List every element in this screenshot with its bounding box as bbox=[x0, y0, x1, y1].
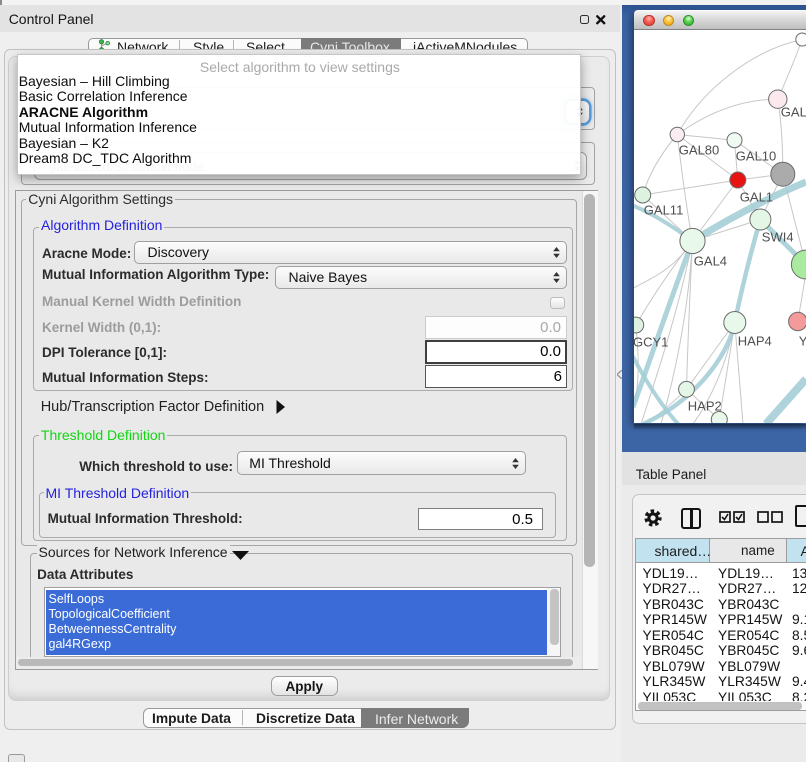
svg-text:GAL11: GAL11 bbox=[644, 202, 684, 217]
svg-text:SWI4: SWI4 bbox=[762, 229, 794, 244]
svg-text:HAP2: HAP2 bbox=[688, 398, 722, 413]
svg-text:GAL80: GAL80 bbox=[679, 142, 719, 157]
svg-text:HAP4: HAP4 bbox=[738, 333, 772, 348]
svg-text:YKL: YKL bbox=[799, 333, 806, 348]
svg-text:GAL2: GAL2 bbox=[781, 104, 806, 119]
svg-text:GAL1: GAL1 bbox=[740, 189, 773, 204]
svg-text:GAL4: GAL4 bbox=[694, 253, 727, 268]
svg-text:GAL10: GAL10 bbox=[736, 148, 776, 163]
svg-text:GCY1: GCY1 bbox=[634, 334, 668, 349]
